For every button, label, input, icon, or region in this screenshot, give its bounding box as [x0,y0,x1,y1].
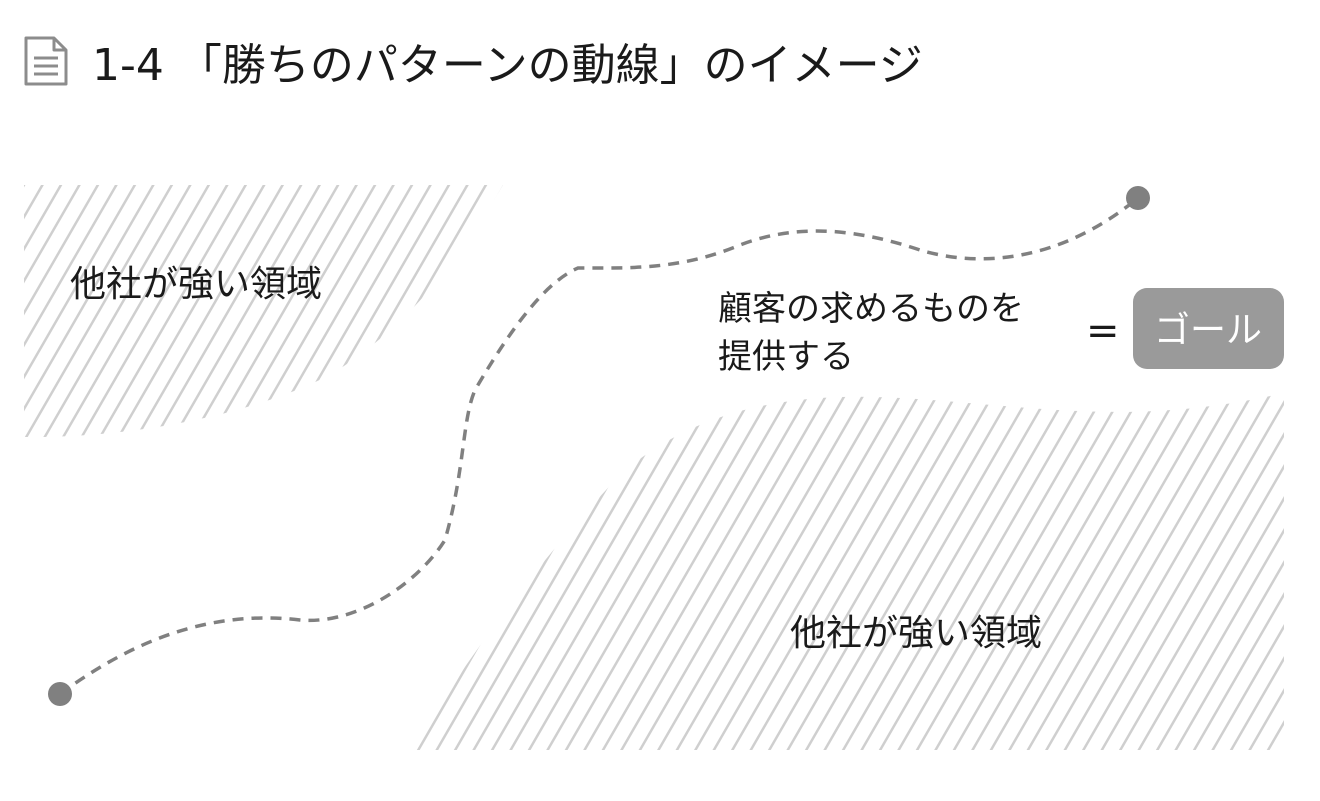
goal-badge: ゴール [1133,288,1284,369]
goal-description-line2: 提供する [718,337,854,377]
page-title: 1-4 「勝ちのパターンの動線」のイメージ [92,40,923,91]
competitor-region-top-left: 他社が強い領域 [24,185,503,438]
hatched-area-top-left [24,185,503,438]
goal-description-line1: 顧客の求めるものを [718,289,1024,329]
hatched-area-bottom-right [410,393,1284,750]
start-point [48,682,72,706]
equals-sign: = [1086,308,1120,354]
competitor-region-bottom-right: 他社が強い領域 [410,393,1284,750]
goal-badge-label: ゴール [1154,310,1262,351]
region-label-bottom-right: 他社が強い領域 [790,613,1042,654]
document-icon [24,36,68,86]
end-point [1126,186,1150,210]
diagram-canvas: 1-4 「勝ちのパターンの動線」のイメージ 他社が強い領域 他社が強い領域 顧客… [24,36,1284,750]
goal-annotation: 顧客の求めるものを 提供する = ゴール [718,288,1284,377]
header: 1-4 「勝ちのパターンの動線」のイメージ [24,36,923,91]
region-label-top-left: 他社が強い領域 [70,264,322,305]
